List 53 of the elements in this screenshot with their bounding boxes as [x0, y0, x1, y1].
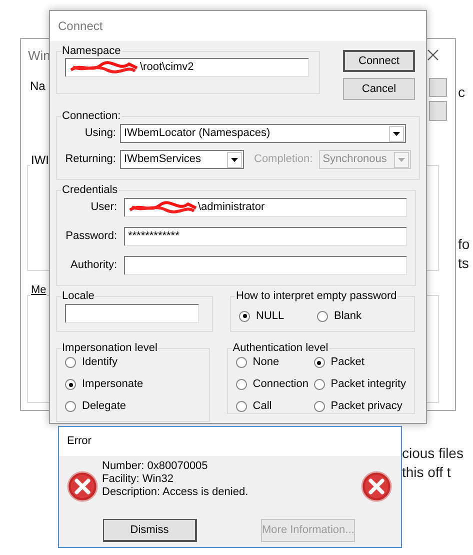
window-title: Connect [58, 18, 103, 35]
error-icon [361, 471, 392, 502]
field-label: Using: [84, 126, 116, 142]
page-text: ts [458, 254, 469, 273]
page-text: c [458, 83, 465, 102]
redaction-scribble [128, 200, 198, 214]
dialog-button[interactable]: Dismiss [103, 519, 197, 542]
input-field[interactable]: \root\cimv2 [65, 58, 309, 77]
window-title: Error [67, 434, 92, 450]
dropdown[interactable]: IWbemLocator (Namespaces) [120, 124, 406, 143]
group-label: Authentication level [232, 342, 330, 355]
radio-button[interactable]: Identify [65, 356, 201, 369]
group-label: Me [30, 282, 48, 298]
redaction-scribble [69, 60, 139, 74]
page-text: this off t [402, 463, 451, 482]
error-icon [67, 471, 98, 502]
dropdown: Synchronous [318, 150, 411, 169]
close-icon [427, 49, 439, 61]
radio-button[interactable]: Call [236, 400, 314, 413]
input-field[interactable]: \administrator [124, 198, 407, 217]
window-title: Win [28, 47, 50, 65]
field-label: Returning: [65, 152, 116, 168]
field-label: Password: [65, 229, 117, 244]
radio-button[interactable]: NULL [239, 307, 317, 325]
field-label: Authority: [70, 258, 117, 274]
radio-button[interactable]: Packet privacy [314, 400, 406, 413]
radio-button[interactable]: None [236, 356, 314, 369]
radio-button[interactable]: Blank [317, 307, 362, 325]
message-text: Number: 0x80070005 [102, 460, 209, 473]
radio-button[interactable]: Packet integrity [314, 378, 406, 391]
input-field[interactable] [124, 256, 407, 275]
radio-button[interactable]: Impersonate [65, 378, 201, 391]
field-label: Completion: [254, 152, 313, 168]
radio-button[interactable]: Packet [314, 356, 406, 369]
group-label: Connection: [61, 110, 122, 123]
dialog-button[interactable]: Cancel [343, 78, 415, 100]
message-text: Description: Access is denied. [102, 486, 248, 499]
message-text: Facility: Win32 [102, 473, 175, 486]
radio-button[interactable]: Delegate [65, 400, 201, 413]
page-text: fo [458, 235, 470, 254]
radio-button[interactable]: Connection [236, 378, 314, 391]
group-label: Impersonation level [61, 342, 158, 355]
group-label: How to interpret empty password [235, 290, 398, 303]
input-field[interactable] [65, 304, 199, 323]
field-label: User: [90, 200, 117, 216]
field-label: Na [30, 78, 46, 95]
group-label: Locale [61, 290, 96, 303]
group-label: Namespace [61, 45, 122, 58]
page-text: cious files [402, 444, 464, 463]
group-label: Credentials [61, 184, 119, 197]
dropdown[interactable]: IWbemServices [120, 150, 244, 169]
password-field[interactable]: ************ [124, 227, 407, 246]
dialog-button[interactable]: Connect [343, 50, 415, 72]
